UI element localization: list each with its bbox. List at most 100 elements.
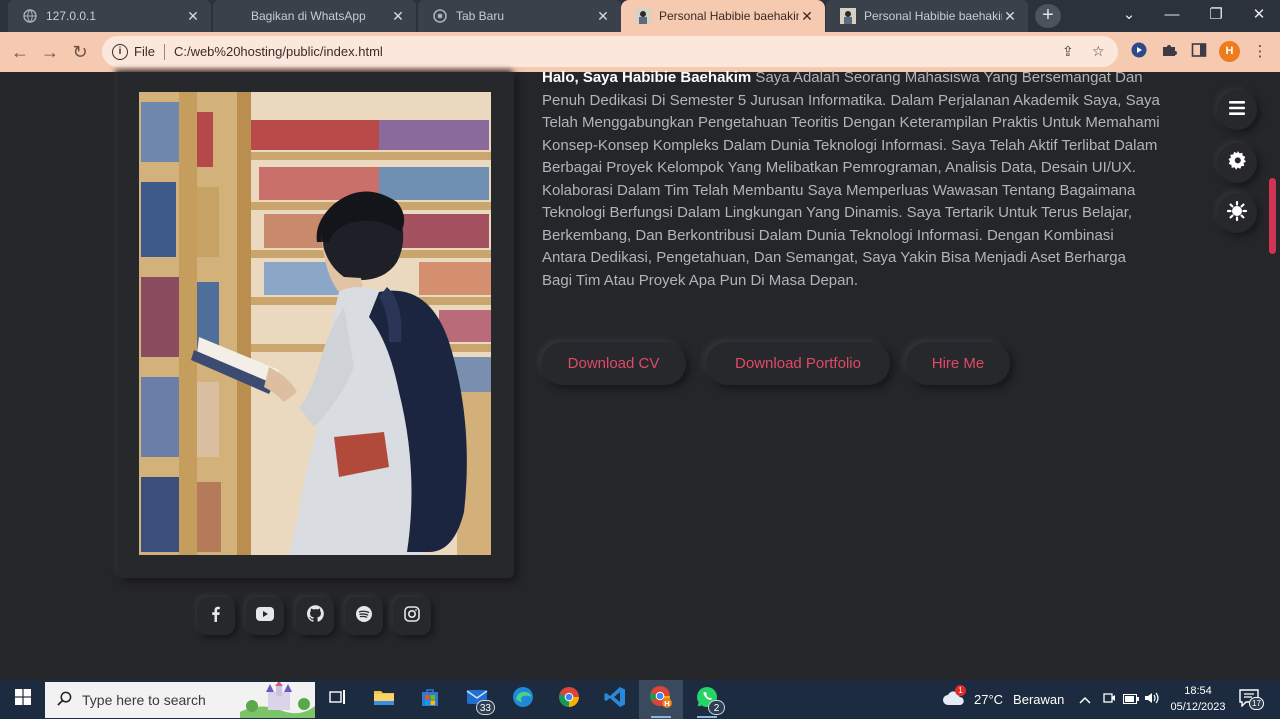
edge-icon xyxy=(512,686,534,713)
task-view-icon xyxy=(329,689,347,710)
theme-toggle-button[interactable] xyxy=(1217,193,1257,233)
show-hidden-icons-button[interactable] xyxy=(1079,680,1091,719)
chrome-button[interactable] xyxy=(547,680,591,719)
tab-search-icon[interactable]: ⌄ xyxy=(1107,0,1151,32)
address-url[interactable]: C:/web%20hosting/public/index.html xyxy=(174,44,383,59)
tab-title: Tab Baru xyxy=(456,9,505,23)
notification-icon: 17 xyxy=(1239,689,1264,710)
download-portfolio-button[interactable]: Download Portfolio xyxy=(706,342,890,385)
windows-logo-icon xyxy=(14,689,31,710)
windows-taskbar: Type here to search 33 H 2 1 27°C Berawa… xyxy=(0,680,1280,719)
browser-tab-strip: 127.0.0.1 ✕ Bagikan di WhatsApp ✕ Tab Ba… xyxy=(0,0,1280,32)
close-tab-icon[interactable]: ✕ xyxy=(390,8,406,25)
address-bar[interactable]: i File C:/web%20hosting/public/index.htm… xyxy=(102,36,1118,67)
menu-icon xyxy=(1229,100,1245,120)
download-cv-button[interactable]: Download CV xyxy=(541,342,686,385)
browser-tab-active[interactable]: Personal Habibie baehakim ✕ xyxy=(621,0,825,32)
close-tab-icon[interactable]: ✕ xyxy=(185,8,201,25)
address-scheme-label: File xyxy=(134,44,155,59)
profile-photo-favicon xyxy=(635,8,651,24)
browser-toolbar: ← → ↻ i File C:/web%20hosting/public/ind… xyxy=(0,32,1280,72)
close-tab-icon[interactable]: ✕ xyxy=(1002,8,1018,25)
task-view-button[interactable] xyxy=(316,680,360,719)
weather-widget[interactable]: 1 27°C Berawan xyxy=(942,680,1064,719)
speaker-icon xyxy=(1144,691,1160,708)
new-tab-button[interactable]: + xyxy=(1035,4,1061,28)
close-tab-icon[interactable]: ✕ xyxy=(595,8,611,25)
about-text: Saya Adalah Seorang Mahasiswa Yang Berse… xyxy=(542,69,1160,289)
meet-now-button[interactable] xyxy=(1102,680,1116,719)
page-icon xyxy=(227,8,243,24)
spotify-icon xyxy=(356,605,372,627)
edge-button[interactable] xyxy=(501,680,545,719)
cloud-icon: 1 xyxy=(942,685,966,710)
mail-unread-badge: 33 xyxy=(475,700,495,715)
instagram-link[interactable] xyxy=(393,597,431,635)
chrome-profile-icon: H xyxy=(649,685,673,714)
browser-tab-5[interactable]: Personal Habibie baehakim ✕ xyxy=(826,0,1028,32)
globe-icon xyxy=(22,8,38,24)
extension-shield-icon[interactable] xyxy=(1129,42,1149,62)
whatsapp-unread-badge: 2 xyxy=(708,700,725,715)
page-scrollbar[interactable] xyxy=(1269,178,1276,254)
search-placeholder: Type here to search xyxy=(82,692,206,708)
notification-count-badge: 17 xyxy=(1249,697,1264,710)
close-window-button[interactable]: ✕ xyxy=(1237,0,1280,32)
address-divider xyxy=(163,43,165,60)
file-explorer-button[interactable] xyxy=(362,680,406,719)
weather-alert-badge: 1 xyxy=(955,685,966,696)
minimize-button[interactable]: — xyxy=(1150,0,1194,32)
weather-temperature: 27°C xyxy=(974,692,1004,707)
about-greeting: Halo, Saya Habibie Baehakim xyxy=(542,69,752,86)
search-highlight-illustration xyxy=(240,682,315,718)
taskbar-clock[interactable]: 18:54 05/12/2023 xyxy=(1166,683,1230,715)
tab-title: Personal Habibie baehakim xyxy=(659,9,799,23)
browser-tab-3[interactable]: Tab Baru ✕ xyxy=(418,0,621,32)
weather-description: Berawan xyxy=(1013,692,1065,707)
vscode-icon xyxy=(604,686,626,713)
youtube-link[interactable] xyxy=(246,597,284,635)
battery-button[interactable] xyxy=(1123,680,1139,719)
more-menu-icon[interactable]: ⋮ xyxy=(1250,42,1270,62)
browser-tab-2[interactable]: Bagikan di WhatsApp ✕ xyxy=(213,0,416,32)
chrome-icon xyxy=(432,8,448,24)
share-icon[interactable]: ⇪ xyxy=(1062,43,1074,60)
github-link[interactable] xyxy=(296,597,334,635)
instagram-icon xyxy=(404,605,420,627)
chevron-up-icon xyxy=(1079,692,1091,707)
settings-button[interactable] xyxy=(1217,143,1257,183)
side-panel-icon[interactable] xyxy=(1189,42,1209,62)
reload-button[interactable]: ↻ xyxy=(68,40,92,64)
profile-photo-favicon xyxy=(840,8,856,24)
restore-button[interactable]: ❐ xyxy=(1194,0,1238,32)
profile-avatar[interactable]: H xyxy=(1219,41,1240,62)
start-button[interactable] xyxy=(0,680,45,719)
facebook-link[interactable] xyxy=(197,597,235,635)
hire-me-button[interactable]: Hire Me xyxy=(906,342,1010,385)
menu-button[interactable] xyxy=(1217,90,1257,130)
volume-button[interactable] xyxy=(1144,680,1160,719)
extensions-puzzle-icon[interactable] xyxy=(1159,42,1179,62)
browser-tab-1[interactable]: 127.0.0.1 ✕ xyxy=(8,0,211,32)
spotify-link[interactable] xyxy=(345,597,383,635)
chrome-profile-button[interactable]: H xyxy=(639,680,683,719)
mail-button[interactable]: 33 xyxy=(455,680,499,719)
tab-title: 127.0.0.1 xyxy=(46,9,97,23)
clock-date: 05/12/2023 xyxy=(1170,701,1226,713)
store-icon xyxy=(420,687,440,712)
tab-title: Personal Habibie baehakim xyxy=(864,9,1002,23)
notification-center-button[interactable]: 17 xyxy=(1239,680,1264,719)
vscode-button[interactable] xyxy=(593,680,637,719)
info-icon[interactable]: i xyxy=(112,43,128,60)
microsoft-store-button[interactable] xyxy=(408,680,452,719)
clock-time: 18:54 xyxy=(1184,685,1212,697)
bookmark-star-icon[interactable]: ☆ xyxy=(1092,43,1105,60)
tab-title: Bagikan di WhatsApp xyxy=(251,9,366,23)
back-button[interactable]: ← xyxy=(8,40,32,64)
forward-button[interactable]: → xyxy=(38,40,62,64)
meet-now-icon xyxy=(1102,691,1116,708)
close-tab-icon[interactable]: ✕ xyxy=(799,8,815,25)
whatsapp-button[interactable]: 2 xyxy=(685,680,729,719)
github-icon xyxy=(306,605,324,627)
taskbar-search-box[interactable]: Type here to search xyxy=(45,682,315,718)
